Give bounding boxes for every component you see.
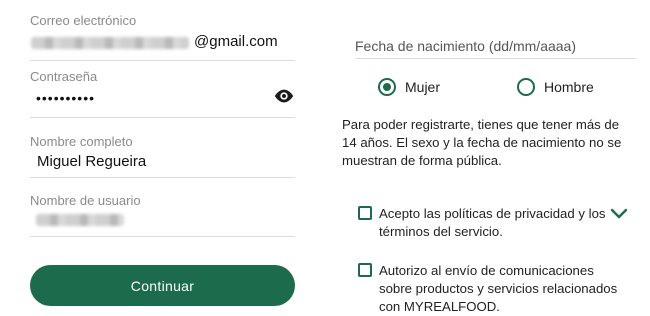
- birthdate-placeholder: Fecha de nacimiento (dd/mm/aaaa): [355, 38, 576, 54]
- signup-right-column: Fecha de nacimiento (dd/mm/aaaa) Mujer H…: [325, 0, 650, 314]
- username-redacted: [36, 214, 124, 226]
- email-redacted: [31, 37, 189, 49]
- email-label: Correo electrónico: [30, 13, 137, 28]
- password-label: Contraseña: [30, 69, 98, 84]
- gender-female-label: Mujer: [405, 79, 441, 95]
- age-info-text: Para poder registrarte, tienes que tener…: [342, 117, 622, 168]
- email-domain: @gmail.com: [194, 33, 278, 50]
- signup-left-column: Correo electrónico @gmail.com Contraseña…: [0, 0, 325, 314]
- gender-male-label: Hombre: [544, 79, 594, 95]
- email-field[interactable]: Correo electrónico @gmail.com: [30, 10, 295, 61]
- checkbox-icon: [358, 263, 372, 277]
- gender-female-radio[interactable]: Mujer: [378, 78, 440, 96]
- birthdate-field[interactable]: Fecha de nacimiento (dd/mm/aaaa): [355, 38, 636, 59]
- gender-male-radio[interactable]: Hombre: [517, 78, 594, 96]
- password-value: ••••••••••: [36, 90, 96, 106]
- eye-icon[interactable]: [273, 88, 295, 104]
- continue-button[interactable]: Continuar: [30, 265, 295, 306]
- username-field[interactable]: Nombre de usuario: [30, 191, 295, 237]
- radio-selected-icon: [378, 78, 396, 96]
- marketing-consent-checkbox[interactable]: Autorizo al envío de comunicaciones sobr…: [358, 262, 620, 316]
- username-label: Nombre de usuario: [30, 193, 141, 208]
- privacy-consent-label: Acepto las políticas de privacidad y los…: [379, 206, 606, 239]
- full-name-label: Nombre completo: [30, 134, 133, 149]
- full-name-value: Miguel Regueira: [37, 153, 147, 170]
- checkbox-icon: [358, 206, 372, 220]
- privacy-consent-checkbox[interactable]: Acepto las políticas de privacidad y los…: [358, 205, 610, 241]
- chevron-down-icon[interactable]: [609, 205, 629, 221]
- radio-unselected-icon: [517, 78, 535, 96]
- marketing-consent-label: Autorizo al envío de comunicaciones sobr…: [379, 263, 618, 314]
- full-name-field[interactable]: Nombre completo Miguel Regueira: [30, 131, 295, 178]
- password-field[interactable]: Contraseña ••••••••••: [30, 66, 295, 118]
